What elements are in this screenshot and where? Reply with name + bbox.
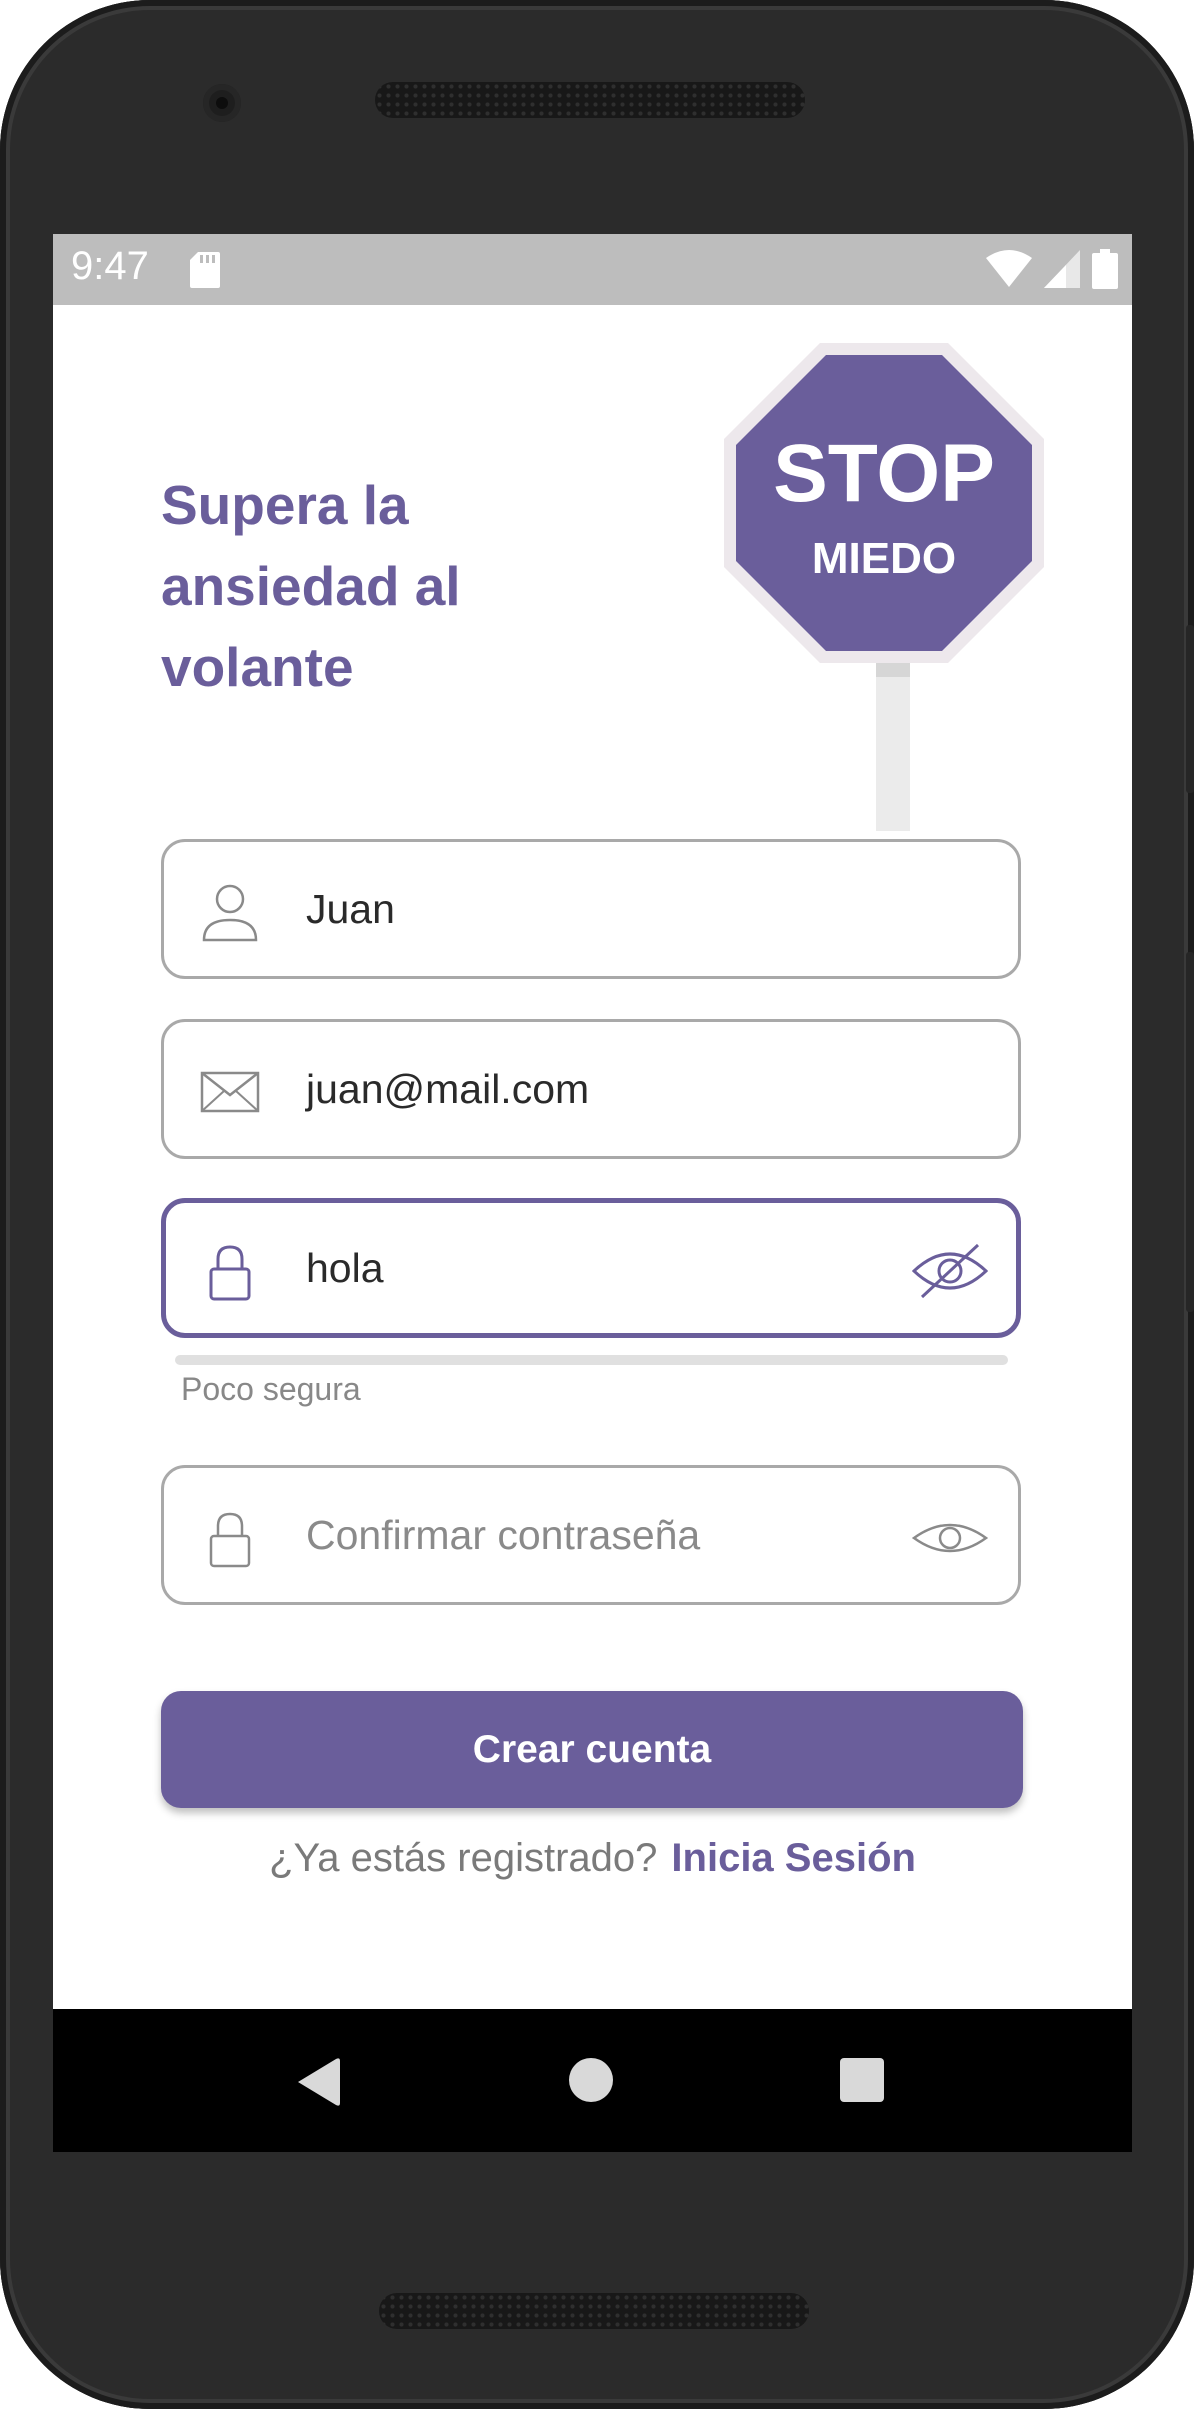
lock-icon (209, 1512, 251, 1568)
password-strength-bar (175, 1355, 1008, 1365)
signup-content: Supera la ansiedad al volante STOP MIEDO… (53, 305, 1132, 2009)
mail-icon (200, 1071, 260, 1113)
front-camera (203, 84, 241, 122)
signal-icon (1044, 250, 1080, 288)
navigation-bar (53, 2009, 1132, 2152)
battery-icon (1092, 249, 1118, 289)
create-account-button[interactable]: Crear cuenta (161, 1691, 1023, 1808)
email-field[interactable]: juan@mail.com (161, 1019, 1021, 1159)
sd-card-icon (190, 252, 220, 288)
sign-title: STOP (773, 428, 995, 519)
page-title: Supera la ansiedad al volante (161, 465, 581, 708)
sign-subtitle: MIEDO (812, 534, 956, 583)
screen: 9:47 Supera la ansiedad al volante STOP … (53, 234, 1132, 2152)
name-input[interactable]: Juan (306, 842, 395, 976)
email-input[interactable]: juan@mail.com (306, 1022, 589, 1156)
eye-icon[interactable] (912, 1508, 988, 1568)
login-link[interactable]: Inicia Sesión (671, 1836, 916, 1880)
power-button (1186, 625, 1194, 793)
earpiece-speaker (375, 82, 805, 118)
status-time: 9:47 (71, 244, 149, 288)
home-icon[interactable] (568, 2057, 614, 2103)
headline-line-2: ansiedad al (161, 555, 461, 617)
recents-icon[interactable] (839, 2057, 885, 2103)
headline-line-1: Supera la (161, 474, 409, 536)
back-icon[interactable] (294, 2057, 340, 2107)
phone-frame: 9:47 Supera la ansiedad al volante STOP … (0, 0, 1194, 2409)
headline-line-3: volante (161, 636, 354, 698)
wifi-icon (986, 250, 1032, 287)
password-strength-label: Poco segura (181, 1371, 361, 1407)
eye-off-icon[interactable] (912, 1241, 988, 1301)
confirm-password-field[interactable]: Confirmar contraseña (161, 1465, 1021, 1605)
password-input[interactable]: hola (306, 1203, 384, 1333)
stop-sign-illustration: STOP MIEDO (724, 343, 1044, 831)
lock-icon (209, 1245, 251, 1301)
status-bar: 9:47 (53, 234, 1132, 305)
login-prompt: ¿Ya estás registrado? Inicia Sesión (53, 1836, 1132, 1881)
user-icon (202, 884, 258, 942)
bottom-speaker (379, 2293, 809, 2329)
password-field[interactable]: hola (161, 1198, 1021, 1338)
login-question: ¿Ya estás registrado? (269, 1836, 658, 1880)
name-field[interactable]: Juan (161, 839, 1021, 979)
volume-button (1186, 952, 1194, 1312)
confirm-password-input[interactable]: Confirmar contraseña (306, 1468, 700, 1602)
